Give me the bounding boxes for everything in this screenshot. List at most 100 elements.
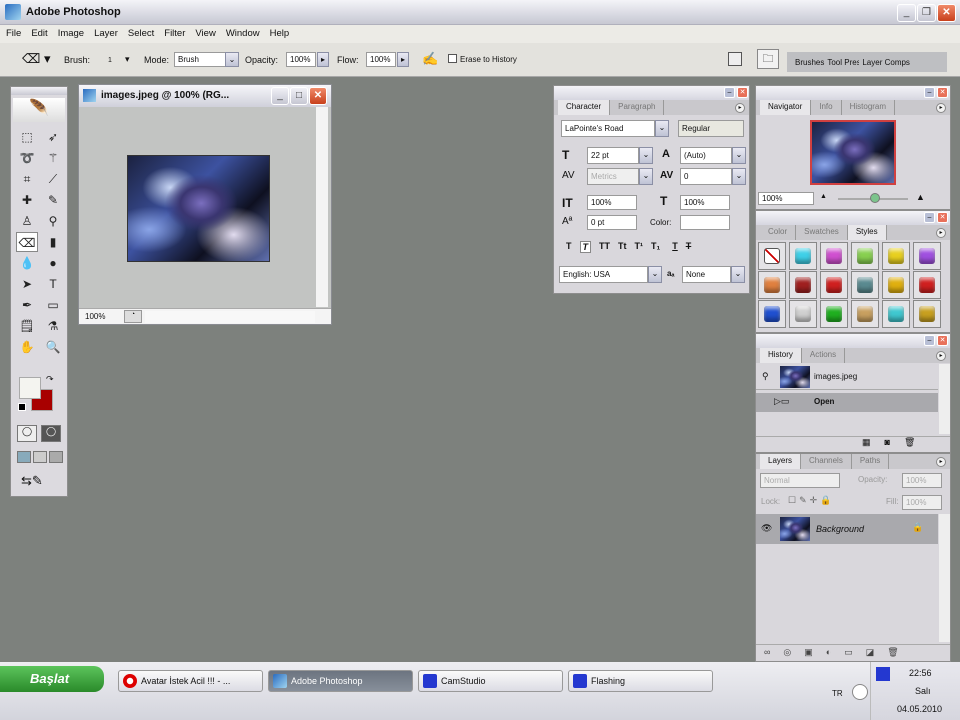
vertical-scale-input[interactable]: 100% [587,195,637,210]
taskbar-item-photoshop[interactable]: Adobe Photoshop [268,670,413,692]
font-size-dropdown-icon[interactable]: ⌄ [639,147,653,164]
tab-color[interactable]: Color [760,225,797,240]
eyedropper-tool-icon[interactable]: ⚗ [42,316,64,336]
status-menu-icon[interactable]: ◔ [124,310,142,323]
swap-colors-icon[interactable]: ↷ [46,374,54,385]
path-selection-tool-icon[interactable]: ➤ [16,274,38,294]
layer-name[interactable]: Background [816,524,864,534]
layer-row-background[interactable]: 👁 Background 🔒 [756,514,938,544]
document-zoom[interactable]: 100% [85,312,105,321]
all-caps-button[interactable]: TT [599,241,610,253]
move-tool-icon[interactable]: ➶ [42,127,64,147]
style-swatch[interactable] [913,271,941,299]
menu-layer[interactable]: Layer [94,28,118,40]
style-swatch[interactable] [820,271,848,299]
full-screen-mode-icon[interactable] [49,451,63,463]
history-brush-source-icon[interactable]: ⚲ [762,371,769,382]
mode-dropdown-icon[interactable]: ⌄ [225,52,239,67]
history-snapshot[interactable]: ⚲ images.jpeg [756,364,938,390]
subscript-button[interactable]: T₁ [651,241,660,253]
airbrush-icon[interactable]: ✍ [422,51,438,67]
character-panel-close[interactable]: ✕ [737,87,748,98]
styles-close[interactable]: ✕ [937,212,948,223]
blur-tool-icon[interactable]: 💧 [16,253,38,273]
style-swatch[interactable] [851,271,879,299]
jump-to-imageready-icon[interactable]: ⇆✎ [21,473,43,489]
panel-menu-icon[interactable]: ▸ [936,457,946,467]
faux-bold-button[interactable]: T [566,241,572,253]
strikethrough-button[interactable]: T [686,241,692,253]
taskbar-item-flashing[interactable]: Flashing [568,670,713,692]
shape-tool-icon[interactable]: ▭ [42,295,64,315]
tab-swatches[interactable]: Swatches [796,225,848,240]
magic-wand-tool-icon[interactable]: ⚚ [42,148,64,168]
font-style-select[interactable]: Regular [678,120,744,137]
horizontal-scrollbar[interactable] [145,311,315,323]
superscript-button[interactable]: T¹ [635,241,644,253]
lock-buttons[interactable]: ☐✎✛🔒 [788,495,834,506]
palette-well-tab-layer-comps[interactable]: Layer Comps [862,58,910,72]
menu-help[interactable]: Help [270,28,290,40]
file-browser-icon[interactable]: 🗀 [757,49,779,69]
brush-picker-arrow-icon[interactable]: ▾ [125,54,130,65]
style-swatch[interactable] [789,300,817,328]
horizontal-scale-input[interactable]: 100% [680,195,730,210]
crop-tool-icon[interactable]: ⌗ [16,169,38,189]
tab-paths[interactable]: Paths [852,454,890,469]
clock-time[interactable]: 22:56 [909,668,932,678]
language-indicator[interactable]: TR [832,689,843,698]
panel-menu-icon[interactable]: ▸ [936,103,946,113]
style-swatch[interactable] [789,242,817,270]
blend-mode-select[interactable]: Normal [760,473,840,488]
history-footer-buttons[interactable]: ▦◙🗑 [756,436,950,452]
navigator-zoom-input[interactable]: 100% [758,192,814,205]
tab-character[interactable]: Character [558,100,611,115]
baseline-shift-input[interactable]: 0 pt [587,215,637,230]
menu-select[interactable]: Select [128,28,154,40]
tray-app-icon[interactable] [876,667,890,681]
menu-image[interactable]: Image [58,28,84,40]
taskbar-item-opera[interactable]: Avatar İstek Acil !!! - ... [118,670,263,692]
panel-menu-icon[interactable]: ▸ [735,103,745,113]
tab-history[interactable]: History [760,348,802,363]
history-minimize[interactable]: – [924,335,935,346]
leading-dropdown-icon[interactable]: ⌄ [732,147,746,164]
style-swatch[interactable] [820,242,848,270]
default-colors-icon[interactable] [18,403,26,411]
styles-minimize[interactable]: – [924,212,935,223]
history-step[interactable]: ▷▭ Open [756,393,938,412]
style-swatch[interactable] [820,300,848,328]
palette-well-tab-brushes[interactable]: Brushes [795,58,824,72]
zoom-tool-icon[interactable]: 🔍 [42,337,64,357]
tab-paragraph[interactable]: Paragraph [610,100,665,115]
start-button[interactable]: Başlat [0,666,104,692]
eraser-tool-preset-icon[interactable]: ⌫ ▾ [22,51,51,67]
style-swatch[interactable] [851,300,879,328]
layer-visibility-eye-icon[interactable]: 👁 [761,523,772,534]
tab-channels[interactable]: Channels [801,454,852,469]
quick-mask-mode-icon[interactable]: ◯ [41,425,61,442]
menu-filter[interactable]: Filter [164,28,185,40]
dodge-tool-icon[interactable]: ● [42,253,64,273]
opacity-slider-arrow-icon[interactable]: ▸ [317,52,329,67]
toggle-palettes-icon[interactable] [728,52,742,66]
palette-well-tab-tool-presets[interactable]: Tool Presets [827,58,859,72]
tab-actions[interactable]: Actions [802,348,846,363]
tracking-input[interactable]: 0 [680,168,732,185]
underline-button[interactable]: T [672,241,678,253]
zoom-out-icon[interactable]: ▲ [820,193,827,200]
layer-opacity-input[interactable]: 100% [902,473,942,488]
hand-tool-icon[interactable]: ✋ [16,337,38,357]
style-swatch[interactable] [882,242,910,270]
flow-slider-arrow-icon[interactable]: ▸ [397,52,409,67]
style-swatch[interactable] [913,300,941,328]
faux-italic-button[interactable]: T [579,241,591,253]
style-swatch[interactable] [789,271,817,299]
canvas-image[interactable] [127,155,270,262]
style-swatch[interactable] [913,242,941,270]
character-panel-minimize[interactable]: – [724,87,735,98]
healing-brush-tool-icon[interactable]: ✚ [16,190,38,210]
kerning-dropdown-icon[interactable]: ⌄ [639,168,653,185]
style-swatch[interactable] [882,300,910,328]
navigator-close[interactable]: ✕ [937,87,948,98]
